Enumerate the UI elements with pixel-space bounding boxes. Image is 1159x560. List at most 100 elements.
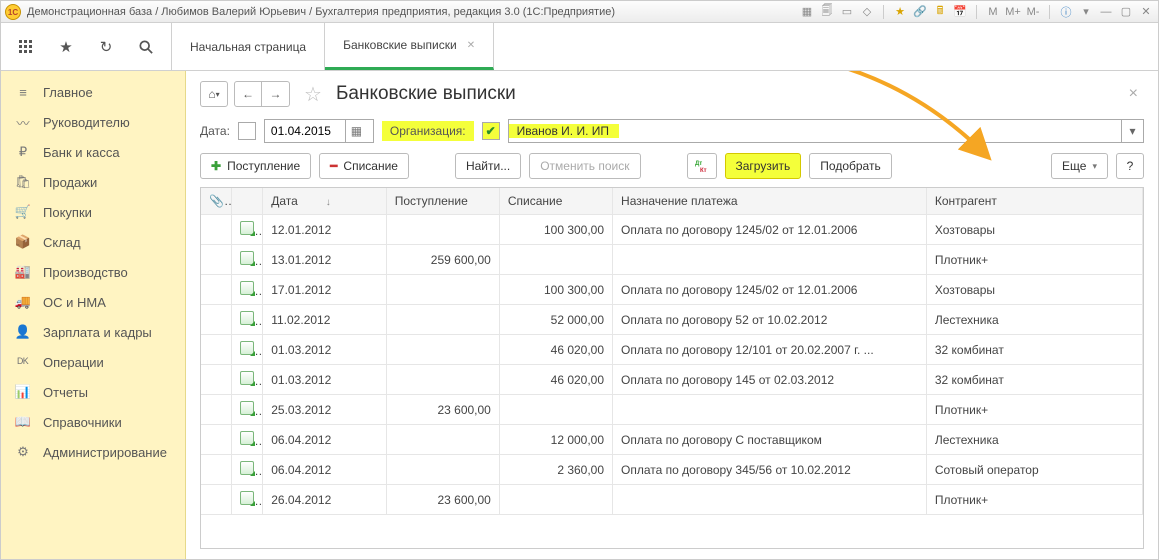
table-row[interactable]: 11.02.201252 000,00Оплата по договору 52… bbox=[201, 305, 1143, 335]
cell-status bbox=[232, 245, 263, 275]
tab-bank-statements[interactable]: Банковские выписки✕ bbox=[325, 23, 494, 70]
sidebar-item-main[interactable]: ≡Главное bbox=[1, 77, 185, 107]
bars-icon: 📊 bbox=[15, 384, 31, 400]
cell-status bbox=[232, 485, 263, 515]
date-filter-checkbox[interactable] bbox=[238, 122, 256, 140]
date-input[interactable]: ▦ bbox=[264, 119, 374, 143]
cell-status bbox=[232, 335, 263, 365]
sidebar-item-operations[interactable]: ᴰᴷОперации bbox=[1, 347, 185, 377]
col-income[interactable]: Поступление bbox=[386, 188, 499, 215]
info-icon[interactable]: ⓘ bbox=[1058, 4, 1074, 20]
cell-purpose bbox=[613, 245, 927, 275]
cell-clip bbox=[201, 275, 232, 305]
sidebar-item-reports[interactable]: 📊Отчеты bbox=[1, 377, 185, 407]
page-close-icon[interactable]: × bbox=[1123, 85, 1144, 103]
col-purpose[interactable]: Назначение платежа bbox=[613, 188, 927, 215]
m-minus-icon[interactable]: M- bbox=[1025, 4, 1041, 20]
pick-button[interactable]: Подобрать bbox=[809, 153, 891, 179]
maximize-icon[interactable]: ▢ bbox=[1118, 4, 1134, 20]
cell-income bbox=[386, 305, 499, 335]
org-select[interactable]: Иванов И. И. ИП ▾ bbox=[508, 119, 1144, 143]
svg-text:Кт: Кт bbox=[700, 168, 707, 173]
chevron-down-icon[interactable]: ▾ bbox=[1121, 120, 1143, 142]
titlebar-tool-icon[interactable]: ▭ bbox=[839, 4, 855, 20]
find-button[interactable]: Найти... bbox=[455, 153, 521, 179]
info-drop-icon[interactable]: ▾ bbox=[1078, 4, 1094, 20]
top-nav: ★ ↻ Начальная страница Банковские выписк… bbox=[1, 23, 1158, 71]
help-button[interactable]: ? bbox=[1116, 153, 1144, 179]
calculator-icon[interactable]: 🖩 bbox=[932, 4, 948, 20]
cell-date: 17.01.2012 bbox=[263, 275, 386, 305]
expense-button[interactable]: ━Списание bbox=[319, 153, 409, 179]
calendar-icon[interactable]: ▦ bbox=[345, 120, 367, 142]
sidebar-item-warehouse[interactable]: 📦Склад bbox=[1, 227, 185, 257]
tab-home[interactable]: Начальная страница bbox=[172, 23, 325, 70]
star-icon[interactable]: ★ bbox=[892, 4, 908, 20]
load-button[interactable]: Загрузить bbox=[725, 153, 802, 179]
table-row[interactable]: 01.03.201246 020,00Оплата по договору 14… bbox=[201, 365, 1143, 395]
search-icon[interactable] bbox=[131, 32, 161, 62]
table-header-row: 📎 Дата↓ Поступление Списание Назначение … bbox=[201, 188, 1143, 215]
cancel-find-button[interactable]: Отменить поиск bbox=[529, 153, 640, 179]
col-expense[interactable]: Списание bbox=[499, 188, 612, 215]
button-label: Отменить поиск bbox=[540, 159, 629, 173]
sidebar-item-hr[interactable]: 👤 Зарплата и кадры bbox=[1, 317, 185, 347]
cell-clip bbox=[201, 305, 232, 335]
tab-close-icon[interactable]: ✕ bbox=[467, 40, 475, 51]
home-button[interactable]: ⌂▾ bbox=[200, 81, 228, 107]
table-row[interactable]: 13.01.2012259 600,00Плотник+ bbox=[201, 245, 1143, 275]
col-clip[interactable]: 📎 bbox=[201, 188, 232, 215]
table-row[interactable]: 01.03.201246 020,00Оплата по договору 12… bbox=[201, 335, 1143, 365]
table-row[interactable]: 06.04.20122 360,00Оплата по договору 345… bbox=[201, 455, 1143, 485]
col-date[interactable]: Дата↓ bbox=[263, 188, 386, 215]
forward-button[interactable]: → bbox=[262, 81, 290, 107]
table-row[interactable]: 17.01.2012100 300,00Оплата по договору 1… bbox=[201, 275, 1143, 305]
table-row[interactable]: 06.04.201212 000,00Оплата по договору С … bbox=[201, 425, 1143, 455]
minimize-icon[interactable]: — bbox=[1098, 4, 1114, 20]
titlebar-tool-icon[interactable]: 🗐 bbox=[819, 4, 835, 20]
col-contragent[interactable]: Контрагент bbox=[926, 188, 1142, 215]
m-icon[interactable]: M bbox=[985, 4, 1001, 20]
cell-clip bbox=[201, 485, 232, 515]
back-button[interactable]: ← bbox=[234, 81, 262, 107]
titlebar-print-icon[interactable]: ◇ bbox=[859, 4, 875, 20]
table-wrapper[interactable]: 📎 Дата↓ Поступление Списание Назначение … bbox=[200, 187, 1144, 549]
cell-income bbox=[386, 365, 499, 395]
star-outline-icon[interactable]: ★ bbox=[51, 32, 81, 62]
cell-expense: 46 020,00 bbox=[499, 335, 612, 365]
date-field[interactable] bbox=[265, 124, 345, 138]
more-button[interactable]: Еще▾ bbox=[1051, 153, 1108, 179]
m-plus-icon[interactable]: M+ bbox=[1005, 4, 1021, 20]
history-icon[interactable]: ↻ bbox=[91, 32, 121, 62]
apps-icon[interactable] bbox=[11, 32, 41, 62]
table-row[interactable]: 26.04.201223 600,00Плотник+ bbox=[201, 485, 1143, 515]
sidebar-item-label: Зарплата и кадры bbox=[43, 325, 152, 340]
close-icon[interactable]: ✕ bbox=[1138, 4, 1154, 20]
dtkt-button[interactable]: ДтКт bbox=[687, 153, 717, 179]
link-icon[interactable]: 🔗 bbox=[912, 4, 928, 20]
col-icon[interactable] bbox=[232, 188, 263, 215]
cell-status bbox=[232, 395, 263, 425]
titlebar-tool-icon[interactable]: ▦ bbox=[799, 4, 815, 20]
calendar-icon[interactable]: 📅 bbox=[952, 4, 968, 20]
sidebar-item-assets[interactable]: 🚚ОС и НМА bbox=[1, 287, 185, 317]
cell-income bbox=[386, 455, 499, 485]
table-row[interactable]: 25.03.201223 600,00Плотник+ bbox=[201, 395, 1143, 425]
sidebar-item-bank[interactable]: ₽Банк и касса bbox=[1, 137, 185, 167]
window-title: Демонстрационная база / Любимов Валерий … bbox=[27, 6, 799, 18]
page-title: Банковские выписки bbox=[336, 83, 516, 105]
sidebar-item-label: ОС и НМА bbox=[43, 295, 106, 310]
sidebar-item-purchases[interactable]: 🛒Покупки bbox=[1, 197, 185, 227]
sidebar-item-manager[interactable]: 〰Руководителю bbox=[1, 107, 185, 137]
income-button[interactable]: ✚Поступление bbox=[200, 153, 311, 179]
person-icon: 👤 bbox=[15, 324, 31, 340]
sidebar-item-refs[interactable]: 📖Справочники bbox=[1, 407, 185, 437]
org-value: Иванов И. И. ИП bbox=[509, 124, 619, 138]
sidebar-item-admin[interactable]: ⚙Администрирование bbox=[1, 437, 185, 467]
org-filter-checkbox[interactable] bbox=[482, 122, 500, 140]
table-row[interactable]: 12.01.2012100 300,00Оплата по договору 1… bbox=[201, 215, 1143, 245]
favorite-icon[interactable]: ☆ bbox=[304, 82, 322, 107]
cell-purpose: Оплата по договору 1245/02 от 12.01.2006 bbox=[613, 215, 927, 245]
sidebar-item-sales[interactable]: 🛍Продажи bbox=[1, 167, 185, 197]
sidebar-item-production[interactable]: 🏭Производство bbox=[1, 257, 185, 287]
